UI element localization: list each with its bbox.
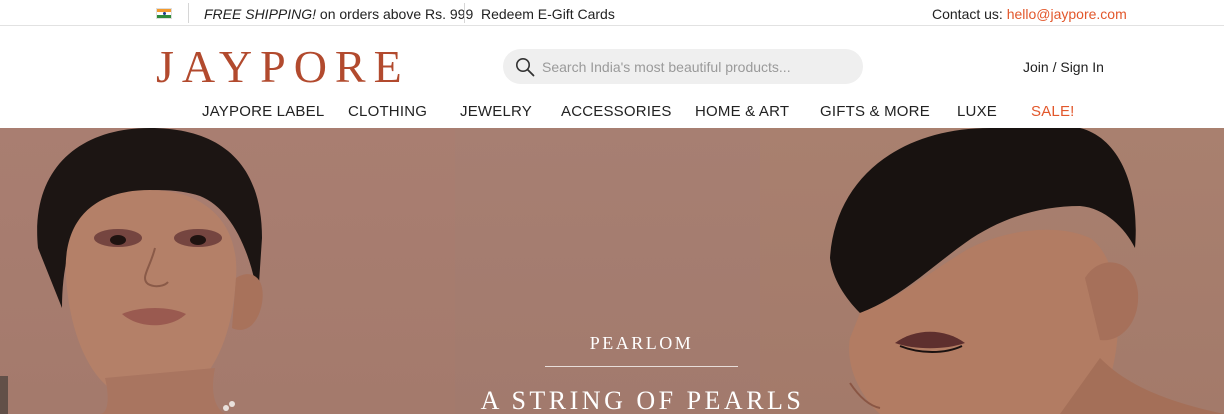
- search-bar[interactable]: [503, 49, 863, 84]
- nav-item-sale[interactable]: SALE!: [1031, 103, 1075, 120]
- join-sign-in-link[interactable]: Join / Sign In: [1023, 59, 1104, 75]
- india-flag-icon[interactable]: [156, 8, 172, 19]
- redeem-gift-cards-link[interactable]: Redeem E-Gift Cards: [481, 6, 615, 22]
- nav-item-jaypore-label[interactable]: JAYPORE LABEL: [202, 103, 324, 120]
- nav-item-accessories[interactable]: ACCESSORIES: [561, 103, 672, 120]
- search-input[interactable]: [542, 53, 852, 80]
- contact-label: Contact us:: [932, 6, 1007, 22]
- nav-item-luxe[interactable]: LUXE: [957, 103, 997, 120]
- divider: [464, 3, 465, 23]
- nav-item-home-art[interactable]: HOME & ART: [695, 103, 789, 120]
- search-icon[interactable]: [515, 57, 535, 77]
- nav-item-gifts-more[interactable]: GIFTS & MORE: [820, 103, 930, 120]
- hero-eyebrow-text: PEARLOM: [589, 333, 694, 353]
- main-navigation: JAYPORE LABEL CLOTHING JEWELRY ACCESSORI…: [0, 103, 1224, 123]
- top-utility-bar: FREE SHIPPING! on orders above Rs. 999 R…: [0, 0, 1224, 26]
- divider: [188, 3, 189, 23]
- hero-model-illustration: [37, 128, 1224, 414]
- hero-title: A STRING OF PEARLS: [480, 386, 805, 414]
- nav-item-clothing[interactable]: CLOTHING: [348, 103, 427, 120]
- jaypore-logo[interactable]: JAYPORE: [156, 40, 410, 94]
- nav-item-jewelry[interactable]: JEWELRY: [460, 103, 532, 120]
- carousel-prev-handle[interactable]: [0, 376, 8, 414]
- contact-email-link[interactable]: hello@jaypore.com: [1007, 6, 1127, 22]
- site-header: JAYPORE Join / Sign In JAYPORE LABEL CLO…: [0, 26, 1224, 128]
- hero-divider: [545, 366, 738, 367]
- contact-info: Contact us: hello@jaypore.com: [932, 6, 1127, 22]
- free-shipping-notice: FREE SHIPPING! on orders above Rs. 999: [204, 6, 474, 22]
- hero-banner[interactable]: PEARLOM A STRING OF PEARLS: [0, 128, 1224, 414]
